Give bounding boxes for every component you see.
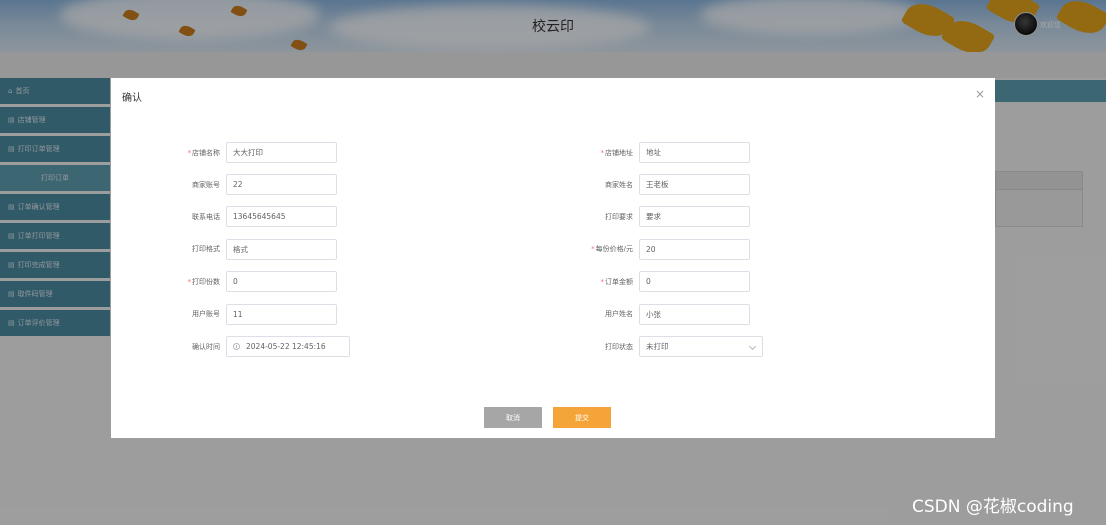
user-name-field[interactable]: 小张 [639,304,750,325]
dialog-title: 确认 [122,93,142,104]
chevron-down-icon [748,342,757,351]
order-amount-label: *订单金额 [563,277,634,287]
required-mark: * [591,245,595,253]
price-per-copy-field[interactable]: 20 [639,239,750,260]
print-requirement-label: 打印要求 [605,213,633,221]
copies-field[interactable]: 0 [226,271,337,292]
phone-label: 联系电话 [192,213,220,221]
user-name-label: 用户姓名 [605,310,633,318]
submit-button[interactable]: 提交 [553,407,611,428]
confirm-time-value: 2024-05-22 12:45:16 [246,342,326,351]
shop-address-field[interactable]: 地址 [639,142,750,163]
order-amount-field[interactable]: 0 [639,271,750,292]
watermark: CSDN @花椒coding [912,497,1074,517]
shop-name-label: *店铺名称 [150,148,221,158]
merchant-name-label: 商家姓名 [605,181,633,189]
required-mark: * [187,149,192,157]
shop-name-label-text: 店铺名称 [192,149,220,157]
print-status-label: 打印状态 [605,343,633,351]
phone-field[interactable]: 13645645645 [226,206,337,227]
user-account-label: 用户账号 [192,310,220,318]
shop-address-label: *店铺地址 [563,148,634,158]
cancel-button[interactable]: 取消 [484,407,542,428]
merchant-account-label: 商家账号 [192,181,220,189]
print-status-value: 未打印 [646,342,669,351]
merchant-name-field[interactable]: 王老板 [639,174,750,195]
required-mark: * [600,278,605,286]
print-format-field[interactable]: 格式 [226,239,337,260]
print-format-label: 打印格式 [192,245,220,253]
print-status-select[interactable]: 未打印 [639,336,763,357]
merchant-account-field[interactable]: 22 [226,174,337,195]
copies-label: *打印份数 [150,277,221,287]
price-per-copy-label-text: 每份价格/元 [595,245,633,253]
required-mark: * [600,149,605,157]
copies-label-text: 打印份数 [192,278,220,286]
required-mark: * [187,278,192,286]
shop-address-label-text: 店铺地址 [605,149,633,157]
clock-icon [233,343,240,350]
shop-name-field[interactable]: 大大打印 [226,142,337,163]
confirm-time-picker[interactable]: 2024-05-22 12:45:16 [226,336,350,357]
price-per-copy-label: *每份价格/元 [563,244,633,254]
confirm-time-label: 确认时间 [192,343,220,351]
print-requirement-field[interactable]: 要求 [639,206,750,227]
user-account-field[interactable]: 11 [226,304,337,325]
close-icon[interactable]: × [975,87,985,101]
order-amount-label-text: 订单金额 [605,278,633,286]
confirm-dialog: 确认 × *店铺名称 大大打印 *店铺地址 地址 商家账号 22 商家姓名 王老… [111,78,995,438]
